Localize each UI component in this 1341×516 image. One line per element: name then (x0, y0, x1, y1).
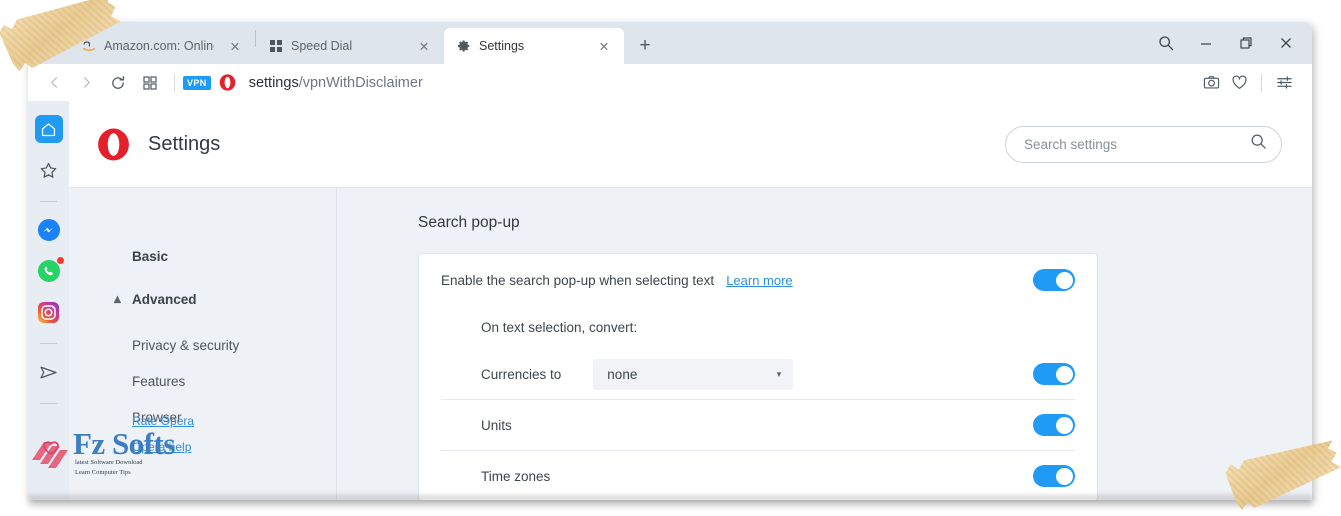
row-units: Units (441, 400, 1075, 450)
tab-speed-dial[interactable]: Speed Dial ✕ (256, 28, 444, 64)
speed-dial-icon (268, 39, 283, 54)
sidebar-divider-1 (40, 201, 57, 202)
vpn-badge[interactable]: VPN (183, 75, 211, 90)
browser-window: Amazon.com: Online Shopp ✕ (28, 22, 1312, 500)
sidebar-item-privacy-security[interactable]: Privacy & security (69, 327, 336, 363)
settings-content: Search pop-up Enable the search pop-up w… (337, 188, 1312, 500)
heart-icon[interactable] (1225, 69, 1253, 97)
row-currencies: Currencies to none ▾ (441, 349, 1075, 399)
close-icon[interactable]: ✕ (224, 35, 246, 57)
toggle-time-zones[interactable] (1033, 465, 1075, 487)
search-settings-box[interactable] (1005, 125, 1282, 163)
learn-more-link[interactable]: Learn more (726, 273, 792, 288)
toggle-knob (1055, 271, 1073, 289)
currencies-select-value: none (607, 366, 638, 382)
toolbar-divider-2 (1261, 73, 1262, 92)
toolbar-divider (174, 73, 175, 92)
sidebar-item-home[interactable] (34, 115, 63, 143)
section-title: Search pop-up (418, 214, 520, 231)
close-icon[interactable]: ✕ (593, 35, 615, 57)
tab-strip: Amazon.com: Online Shopp ✕ (28, 22, 660, 64)
toggle-knob (1055, 365, 1073, 383)
sidebar-item-favorites[interactable] (35, 156, 63, 184)
gear-icon (456, 39, 471, 54)
back-button[interactable] (38, 68, 70, 98)
notification-badge (55, 256, 65, 265)
url-text[interactable]: settings/vpnWithDisclaimer (249, 75, 423, 91)
rate-opera-link[interactable]: Rate Opera (69, 408, 336, 434)
sidebar-item-label: Features (132, 373, 186, 389)
reload-icon[interactable] (102, 68, 134, 98)
sidebar-item-label: Basic (132, 248, 169, 264)
close-icon[interactable] (1266, 22, 1306, 64)
url-prefix: settings (248, 74, 299, 91)
address-bar: VPN settings/vpnWithDisclaimer (28, 64, 1312, 101)
row-enable-search-popup: Enable the search pop-up when selecting … (441, 254, 1075, 304)
tab-title: Speed Dial (291, 39, 353, 53)
search-icon[interactable] (1146, 22, 1186, 64)
minimize-button[interactable] (1186, 22, 1226, 64)
sidebar-item-features[interactable]: Features (69, 363, 336, 399)
sidebar-item-advanced[interactable]: ▴ Advanced (69, 281, 336, 317)
currencies-select[interactable]: none ▾ (593, 358, 794, 390)
speed-dial-icon[interactable] (134, 68, 166, 98)
sliders-icon[interactable] (1270, 69, 1298, 97)
row-label: Enable the search pop-up when selecting … (441, 272, 715, 288)
new-tab-button[interactable]: + (630, 30, 660, 60)
url-path: /vpnWithDisclaimer (298, 74, 423, 91)
camera-icon[interactable] (1197, 69, 1225, 97)
sidebar-item-instagram[interactable] (35, 298, 63, 326)
screenshot-root: Amazon.com: Online Shopp ✕ (0, 0, 1341, 516)
settings-nav: Basic ▴ Advanced Privacy & security Feat… (69, 188, 337, 500)
sidebar-bottom-links: Rate Opera Opera help (69, 408, 336, 460)
window-shadow (28, 495, 1312, 509)
sidebar-divider-2 (40, 343, 57, 344)
chevron-down-icon: ▾ (776, 368, 782, 379)
window-controls (1146, 22, 1312, 64)
toggle-units[interactable] (1033, 414, 1075, 436)
row-time-zones: Time zones (441, 451, 1075, 500)
row-label: Time zones (481, 468, 551, 484)
close-icon[interactable]: ✕ (413, 35, 435, 57)
opera-logo (97, 128, 130, 161)
opera-icon[interactable] (219, 74, 237, 92)
sidebar-item-label: Privacy & security (132, 337, 240, 353)
sidebar-item-whatsapp[interactable] (35, 256, 65, 285)
address-bar-actions (1197, 69, 1298, 97)
row-label: Currencies to (481, 366, 562, 382)
sidebar-item-label: Advanced (132, 291, 197, 307)
forward-button[interactable] (70, 68, 102, 98)
tab-title: Settings (479, 39, 525, 53)
sidebar-item-messenger[interactable] (35, 216, 63, 244)
sidebar-divider-3 (40, 403, 57, 404)
tab-title: Amazon.com: Online Shopp (104, 39, 214, 53)
tab-bar: Amazon.com: Online Shopp ✕ (28, 22, 1312, 64)
opera-help-link[interactable]: Opera help (69, 434, 336, 460)
sidebar-item-telegram[interactable] (35, 358, 63, 386)
sidebar-item-basic[interactable]: Basic (69, 238, 336, 274)
restore-icon[interactable] (1226, 22, 1266, 64)
row-label: Units (481, 417, 512, 433)
toggle-knob (1055, 467, 1073, 485)
toggle-enable-search-popup[interactable] (1033, 269, 1075, 291)
settings-header: Settings (69, 101, 1312, 188)
toggle-knob (1055, 416, 1073, 434)
search-input[interactable] (1024, 136, 1250, 152)
page-title: Settings (148, 132, 221, 155)
tab-settings[interactable]: Settings ✕ (444, 28, 624, 64)
search-popup-card: Enable the search pop-up when selecting … (418, 253, 1098, 500)
chevron-up-icon: ▴ (114, 291, 121, 306)
search-icon[interactable] (1250, 133, 1267, 155)
convert-subheading: On text selection, convert: (481, 320, 638, 335)
app-sidebar (28, 101, 69, 500)
toggle-currencies[interactable] (1033, 363, 1075, 385)
